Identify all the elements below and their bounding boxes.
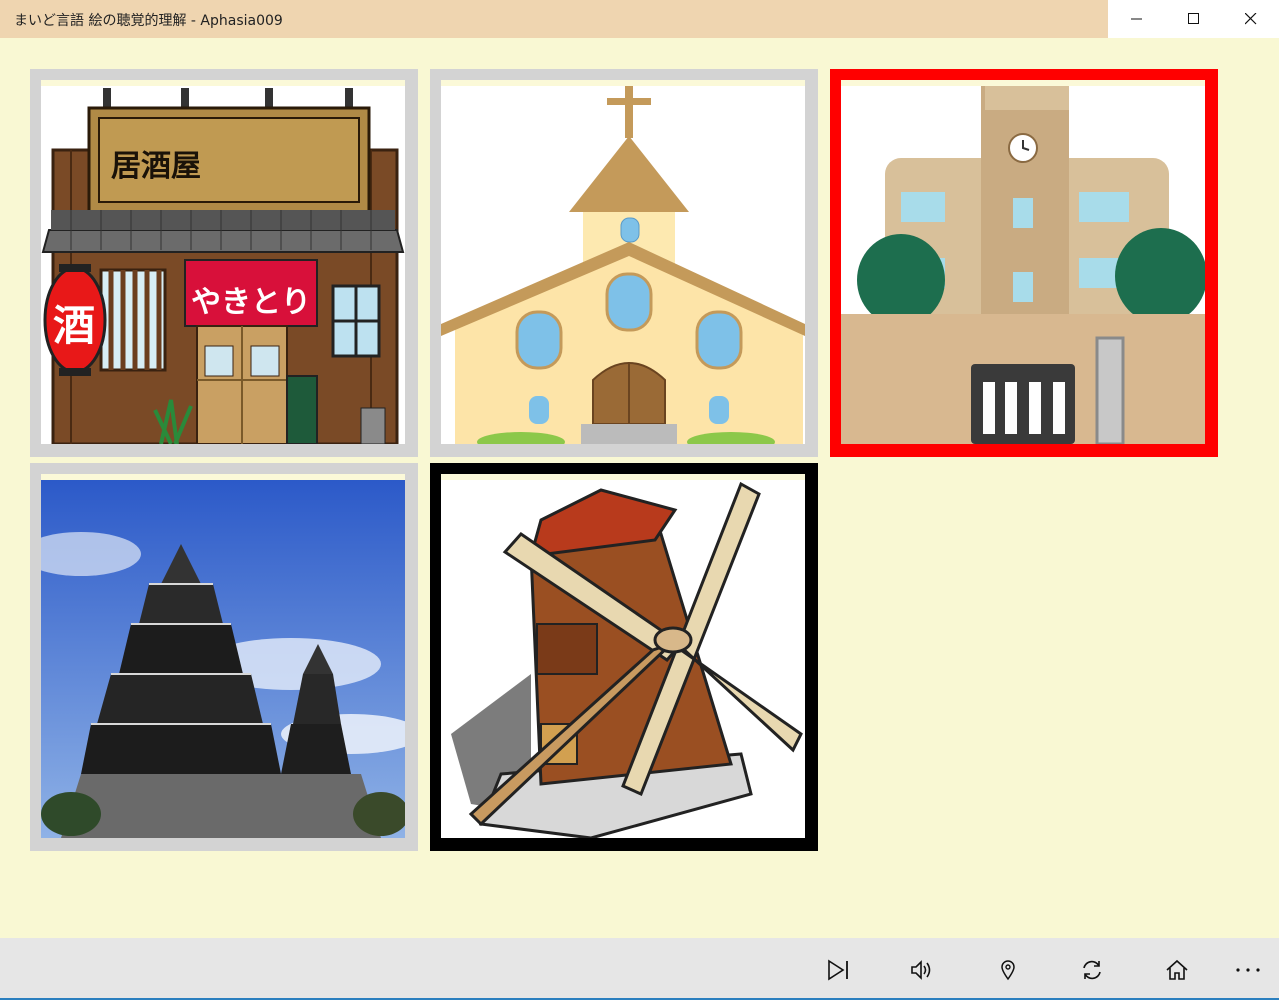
maximize-icon [1187,13,1199,24]
picture-tile-school[interactable] [830,69,1218,457]
picture-tile-church[interactable] [430,69,818,457]
minimize-button[interactable] [1108,0,1165,38]
church-picture [441,80,805,444]
picture-tile-windmill[interactable] [430,463,818,851]
castle-picture [41,474,405,838]
izakaya-picture: 居酒屋 酒 やきとり [41,80,405,444]
more-button[interactable] [1228,950,1268,990]
title-bar: まいど言語 絵の聴覚的理解 - Aphasia009 [0,0,1279,38]
noren-text: やきとり [191,285,311,320]
skip-next-icon [828,959,848,981]
home-icon [1166,959,1188,980]
volume-icon [911,960,931,980]
app-bar [0,938,1279,1000]
picture-tile-izakaya[interactable]: 居酒屋 酒 やきとり [30,69,418,457]
school-picture [841,80,1205,444]
volume-button[interactable] [902,950,942,990]
home-button[interactable] [1157,950,1197,990]
skip-next-button[interactable] [818,950,858,990]
close-button[interactable] [1222,0,1279,38]
more-icon [1236,968,1260,972]
title-area[interactable]: まいど言語 絵の聴覚的理解 - Aphasia009 [0,0,1108,38]
windmill-picture [441,474,805,838]
map-pin-icon [1001,960,1015,981]
window-title: まいど言語 絵の聴覚的理解 - Aphasia009 [14,13,283,29]
close-icon [1244,13,1256,25]
refresh-button[interactable] [1072,950,1112,990]
picture-tile-castle[interactable] [30,463,418,851]
map-pin-button[interactable] [988,950,1028,990]
maximize-button[interactable] [1165,0,1222,38]
izakaya-sign-text: 居酒屋 [111,149,201,184]
refresh-icon [1083,960,1101,980]
minimize-icon [1130,18,1142,20]
lantern-text: 酒 [53,301,95,350]
